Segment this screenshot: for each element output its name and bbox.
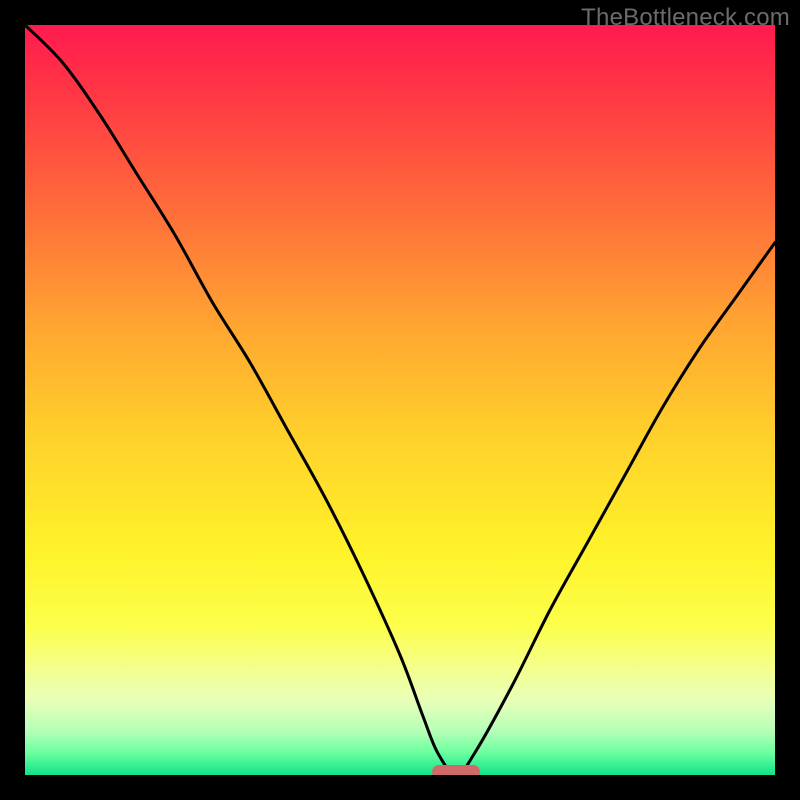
curve-layer — [25, 25, 775, 775]
outer-frame: TheBottleneck.com — [0, 0, 800, 800]
bottleneck-curve — [25, 25, 775, 775]
plot-area — [25, 25, 775, 775]
optimum-marker — [432, 765, 480, 775]
